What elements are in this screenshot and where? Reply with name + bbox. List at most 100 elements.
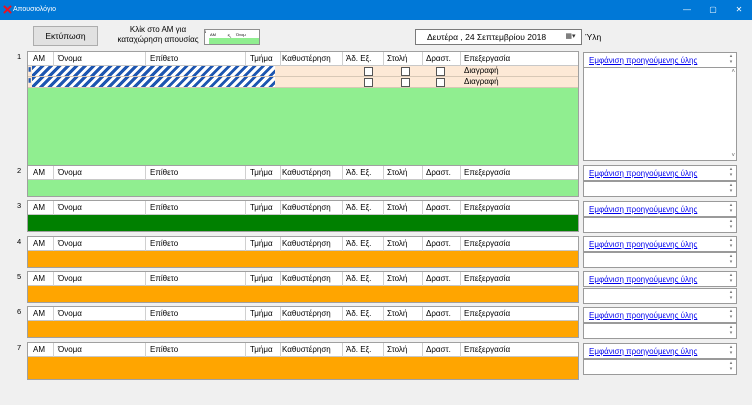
column-divider	[422, 201, 423, 215]
subject-text-field[interactable]: ▴ ▾	[583, 288, 737, 304]
column-divider	[383, 237, 384, 251]
activity-checkbox[interactable]	[436, 78, 445, 87]
subject-text-field[interactable]: ˄ ˅	[583, 67, 737, 161]
uniform-checkbox[interactable]	[401, 78, 410, 87]
spin-icon[interactable]: ▴ ▾	[727, 166, 735, 180]
spin-icon[interactable]: ▴ ▾	[727, 324, 735, 338]
col-uniform-header: Στολή	[387, 309, 408, 318]
spin-icon[interactable]: ▴ ▾	[727, 218, 735, 232]
show-previous-subject-link[interactable]: Εμφάνιση προηγούμενης ύλης	[589, 275, 697, 284]
show-previous-subject-link[interactable]: Εμφάνιση προηγούμενης ύλης	[589, 205, 697, 214]
attendance-grid: ΑΜ Όνομα Επίθετο Τμήμα Καθυστέρηση Άδ. Εξ. Στο…	[27, 236, 579, 268]
col-late-header: Καθυστέρηση	[282, 274, 331, 283]
show-previous-subject-link[interactable]: Εμφάνιση προηγούμενης ύλης	[589, 56, 697, 65]
scroll-up-icon[interactable]: ˄	[731, 69, 735, 75]
column-divider	[245, 307, 246, 321]
close-button[interactable]: ✕	[726, 0, 752, 20]
grid-body	[28, 251, 578, 267]
subject-selector[interactable]: Εμφάνιση προηγούμενης ύλης ▴ ▾	[583, 343, 737, 359]
minimize-button[interactable]: —	[674, 0, 700, 20]
subject-selector[interactable]: Εμφάνιση προηγούμενης ύλης ▴ ▾	[583, 201, 737, 217]
subject-selector[interactable]: Εμφάνιση προηγούμενης ύλης ▴ ▾	[583, 52, 737, 68]
col-dept-header: Τμήμα	[250, 345, 273, 354]
column-divider	[280, 343, 281, 357]
column-divider	[145, 237, 146, 251]
show-previous-subject-link[interactable]: Εμφάνιση προηγούμενης ύλης	[589, 240, 697, 249]
column-divider	[145, 307, 146, 321]
group-number: 2	[17, 166, 22, 175]
subject-text-field[interactable]: ▴ ▾	[583, 323, 737, 339]
subject-selector[interactable]: Εμφάνιση προηγούμενης ύλης ▴ ▾	[583, 236, 737, 252]
column-divider	[280, 272, 281, 286]
group-number: 6	[17, 307, 22, 316]
col-name-header: Όνομα	[58, 345, 82, 354]
col-name-header: Όνομα	[58, 168, 82, 177]
col-dept-header: Τμήμα	[250, 309, 273, 318]
spin-icon[interactable]: ▴ ▾	[727, 344, 735, 358]
excuse-checkbox[interactable]	[364, 78, 373, 87]
delete-link[interactable]: Διαγραφή	[464, 66, 499, 75]
subject-selector[interactable]: Εμφάνιση προηγούμενης ύλης ▴ ▾	[583, 307, 737, 323]
print-button[interactable]: Εκτύπωση	[33, 26, 98, 46]
column-divider	[383, 272, 384, 286]
spin-icon[interactable]: ▴ ▾	[727, 289, 735, 303]
col-dept-header: Τμήμα	[250, 239, 273, 248]
spin-icon[interactable]: ▴ ▾	[727, 182, 735, 196]
spin-icon[interactable]: ▴ ▾	[727, 360, 735, 374]
col-am-header: ΑΜ	[33, 168, 45, 177]
date-value: Δευτέρα , 24 Σεπτεμβρίου 2018	[427, 32, 547, 42]
subject-text-field[interactable]: ▴ ▾	[583, 217, 737, 233]
col-dept-header: Τμήμα	[250, 203, 273, 212]
preview-row-number: 1	[204, 29, 207, 34]
spin-icon[interactable]: ▴ ▾	[727, 237, 735, 251]
date-picker[interactable]: Δευτέρα , 24 Σεπτεμβρίου 2018 ▦▾	[415, 29, 582, 45]
uniform-checkbox[interactable]	[401, 67, 410, 76]
col-edit-header: Επεξεργασία	[464, 168, 511, 177]
show-previous-subject-link[interactable]: Εμφάνιση προηγούμενης ύλης	[589, 169, 697, 178]
spin-icon[interactable]: ▴ ▾	[727, 53, 735, 67]
column-divider	[145, 52, 146, 66]
column-divider	[460, 237, 461, 251]
column-divider	[342, 272, 343, 286]
absence-entry-preview[interactable]: 1 AM Όνομ ↖	[204, 29, 260, 45]
show-previous-subject-link[interactable]: Εμφάνιση προηγούμενης ύλης	[589, 311, 697, 320]
student-row[interactable]: ▮ Διαγραφή	[28, 77, 578, 88]
maximize-button[interactable]: ▢	[700, 0, 726, 20]
subject-selector[interactable]: Εμφάνιση προηγούμενης ύλης ▴ ▾	[583, 271, 737, 287]
col-surname-header: Επίθετο	[150, 309, 179, 318]
col-edit-header: Επεξεργασία	[464, 345, 511, 354]
col-name-header: Όνομα	[58, 203, 82, 212]
col-activity-header: Δραστ.	[426, 54, 451, 63]
column-divider	[145, 343, 146, 357]
app-icon	[3, 5, 12, 14]
subject-selector[interactable]: Εμφάνιση προηγούμενης ύλης ▴ ▾	[583, 165, 737, 181]
column-divider	[53, 166, 54, 180]
col-surname-header: Επίθετο	[150, 54, 179, 63]
column-divider	[422, 166, 423, 180]
delete-link[interactable]: Διαγραφή	[464, 77, 499, 86]
calendar-dropdown-icon[interactable]: ▦▾	[562, 31, 579, 43]
activity-checkbox[interactable]	[436, 67, 445, 76]
subject-text-field[interactable]: ▴ ▾	[583, 181, 737, 197]
redacted-student-data	[32, 66, 275, 76]
col-edit-header: Επεξεργασία	[464, 309, 511, 318]
spin-icon[interactable]: ▴ ▾	[727, 253, 735, 267]
show-previous-subject-link[interactable]: Εμφάνιση προηγούμενης ύλης	[589, 347, 697, 356]
col-late-header: Καθυστέρηση	[282, 239, 331, 248]
column-divider	[280, 201, 281, 215]
student-row[interactable]: ▮ Διαγραφή	[28, 66, 578, 77]
spin-icon[interactable]: ▴ ▾	[727, 202, 735, 216]
col-late-header: Καθυστέρηση	[282, 168, 331, 177]
column-divider	[342, 237, 343, 251]
col-late-header: Καθυστέρηση	[282, 345, 331, 354]
excuse-checkbox[interactable]	[364, 67, 373, 76]
col-activity-header: Δραστ.	[426, 309, 451, 318]
col-excuse-header: Άδ. Εξ.	[346, 54, 372, 63]
subject-text-field[interactable]: ▴ ▾	[583, 252, 737, 268]
spin-icon[interactable]: ▴ ▾	[727, 272, 735, 286]
scroll-down-icon[interactable]: ˅	[731, 153, 735, 159]
grid-header: ΑΜ Όνομα Επίθετο Τμήμα Καθυστέρηση Άδ. Εξ. Στο…	[28, 166, 578, 180]
column-divider	[383, 166, 384, 180]
subject-text-field[interactable]: ▴ ▾	[583, 359, 737, 375]
spin-icon[interactable]: ▴ ▾	[727, 308, 735, 322]
